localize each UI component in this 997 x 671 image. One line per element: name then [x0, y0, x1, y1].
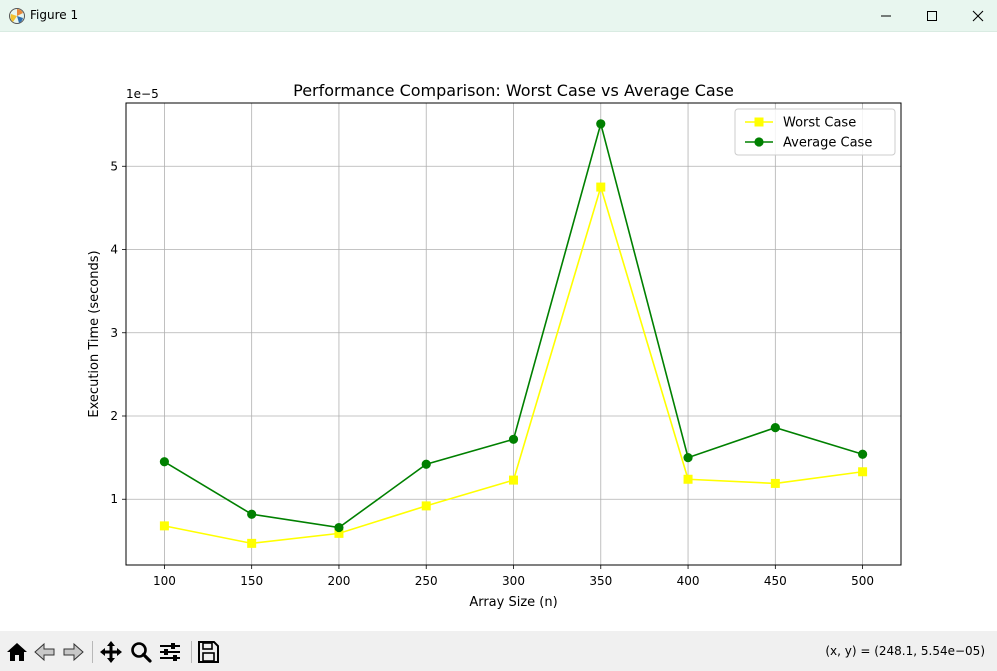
- data-point-square: [509, 475, 518, 485]
- home-button[interactable]: [4, 639, 30, 665]
- forward-arrow-icon: [63, 642, 84, 662]
- data-point-square: [596, 182, 606, 192]
- x-tick-label: 150: [240, 574, 263, 588]
- figure-canvas[interactable]: 100 150 200 250 300 350 400 450 500 1 2 3 4 5 Perform…: [0, 32, 997, 630]
- y-tick-label: 1: [110, 492, 118, 506]
- save-button[interactable]: [195, 639, 221, 665]
- configure-subplots-icon: [160, 643, 180, 661]
- minimize-icon: [881, 15, 891, 17]
- data-point-circle: [683, 453, 693, 463]
- data-point-circle: [421, 459, 431, 469]
- y-axis-label: Execution Time (seconds): [87, 250, 102, 417]
- cursor-coordinates: (x, y) = (248.1, 5.54e−05): [825, 644, 985, 658]
- close-button[interactable]: [955, 0, 997, 31]
- configure-subplots-button[interactable]: [157, 639, 183, 665]
- maximize-button[interactable]: [909, 0, 955, 31]
- data-point-square: [858, 467, 868, 477]
- matplotlib-logo-icon: [9, 8, 25, 24]
- legend-label: Worst Case: [783, 116, 856, 131]
- back-button[interactable]: [32, 639, 58, 665]
- back-arrow-icon: [34, 642, 55, 662]
- data-point-circle: [770, 423, 780, 433]
- toolbar-separator: [92, 641, 93, 663]
- home-icon: [7, 643, 27, 661]
- data-point-square: [683, 474, 693, 484]
- legend-marker-circle: [754, 137, 764, 147]
- legend-label: Average Case: [783, 136, 872, 151]
- minimize-button[interactable]: [863, 0, 909, 31]
- chart-title: Performance Comparison: Worst Case vs Av…: [293, 81, 734, 100]
- y-tick-label: 5: [110, 159, 118, 173]
- y-axis-offset-label: 1e−5: [126, 87, 159, 101]
- x-tick-label: 200: [327, 574, 350, 588]
- x-tick-label: 450: [764, 574, 787, 588]
- zoom-icon: [131, 642, 152, 663]
- toolbar-separator: [191, 641, 192, 663]
- axis-ticks: 100 150 200 250 300 350 400 450 500 1 2 3 4 5: [110, 159, 874, 588]
- y-tick-label: 2: [110, 409, 118, 423]
- data-point-square: [247, 538, 257, 548]
- maximize-icon: [927, 11, 937, 21]
- legend: Worst Case Average Case: [734, 108, 896, 156]
- x-axis-label: Array Size (n): [469, 595, 557, 610]
- line-chart: 100 150 200 250 300 350 400 450 500 1 2 3 4 5 Perform…: [87, 81, 902, 610]
- x-tick-label: 400: [677, 574, 700, 588]
- x-tick-label: 100: [153, 574, 176, 588]
- close-icon: [972, 10, 984, 22]
- data-point-square: [770, 478, 780, 488]
- title-bar: Figure 1: [0, 0, 997, 32]
- x-tick-label: 300: [502, 574, 525, 588]
- data-point-square: [159, 521, 169, 531]
- data-point-square: [421, 501, 431, 511]
- zoom-button[interactable]: [128, 639, 154, 665]
- data-point-circle: [334, 522, 344, 533]
- data-point-circle: [247, 509, 257, 519]
- data-point-circle: [596, 119, 606, 129]
- data-point-circle: [857, 449, 868, 459]
- y-tick-label: 4: [110, 243, 118, 257]
- save-icon: [198, 641, 219, 663]
- x-tick-label: 350: [589, 574, 612, 588]
- y-tick-label: 3: [110, 326, 118, 340]
- data-point-circle: [508, 434, 519, 444]
- legend-marker-square: [754, 117, 764, 127]
- pan-button[interactable]: [98, 639, 124, 665]
- forward-button[interactable]: [60, 639, 86, 665]
- data-point-circle: [159, 457, 170, 467]
- navigation-toolbar: (x, y) = (248.1, 5.54e−05): [0, 631, 997, 671]
- x-tick-label: 500: [851, 574, 874, 588]
- pan-icon: [100, 641, 122, 663]
- x-tick-label: 250: [415, 574, 438, 588]
- window-title: Figure 1: [30, 8, 79, 22]
- grid-lines: [126, 103, 901, 565]
